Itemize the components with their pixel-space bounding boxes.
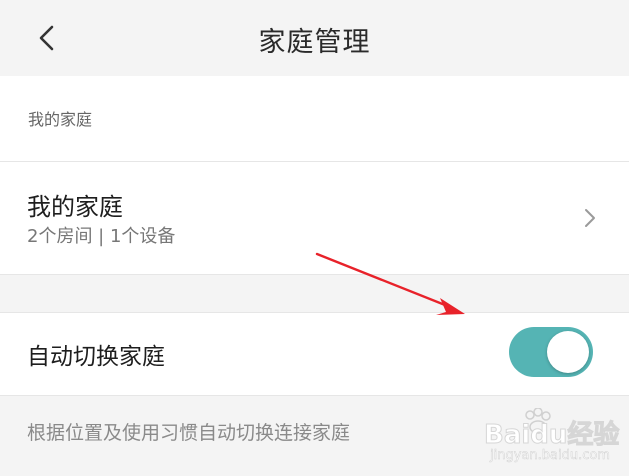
home-meta: 2个房间 | 1个设备 (27, 226, 176, 247)
watermark-brand: Baidu经验 (483, 420, 620, 451)
auto-switch-toggle[interactable] (509, 327, 593, 377)
top-bar: 家庭管理 (0, 0, 629, 76)
watermark-url: jingyan.baidu.com (490, 448, 610, 464)
section-header: 我的家庭 (0, 76, 629, 162)
chevron-right-icon (585, 209, 595, 227)
page-title: 家庭管理 (258, 27, 371, 58)
auto-switch-row: 自动切换家庭 (0, 312, 629, 396)
section-header-label: 我的家庭 (28, 110, 93, 129)
paw-logo-icon (525, 408, 551, 434)
section-spacer (0, 274, 629, 313)
home-list-item[interactable]: 我的家庭 2个房间 | 1个设备 (0, 162, 629, 274)
watermark: Baidu经验 jingyan.baidu.com (478, 406, 626, 472)
auto-switch-label: 自动切换家庭 (27, 344, 165, 370)
toggle-knob (547, 331, 589, 373)
home-name: 我的家庭 (27, 193, 123, 221)
auto-switch-description: 根据位置及使用习惯自动切换连接家庭 (27, 422, 351, 444)
